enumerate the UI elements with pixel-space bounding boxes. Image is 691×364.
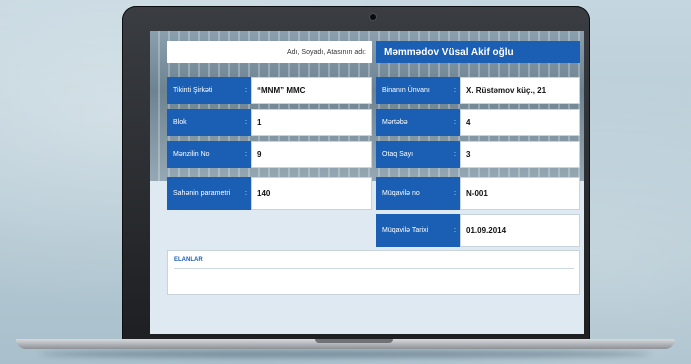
full-name-label: Adı, Soyadı, Atasının adı:: [167, 41, 372, 63]
contract-no-label-text: Müqavilə no: [382, 190, 420, 197]
colon: :: [245, 119, 247, 126]
construction-company-label-text: Tikinti Şirkəti: [173, 87, 213, 94]
colon: :: [245, 151, 247, 158]
announcements-title: ELANLAR: [174, 257, 203, 263]
apartment-no-label: Mənzilin No :: [167, 141, 251, 168]
area-parameter-field[interactable]: 140: [251, 177, 372, 210]
floor-field[interactable]: 4: [460, 109, 580, 136]
building-address-field[interactable]: X. Rüstəmov küç., 21: [460, 77, 580, 104]
apartment-no-field[interactable]: 9: [251, 141, 372, 168]
colon: :: [454, 227, 456, 234]
contract-no-field[interactable]: N-001: [460, 177, 580, 210]
laptop-screen: Adı, Soyadı, Atasının adı: Məmmədov Vüsa…: [150, 31, 584, 334]
contract-date-field[interactable]: 01.09.2014: [460, 214, 580, 247]
construction-company-field[interactable]: “MNM” MMC: [251, 77, 372, 104]
area-parameter-label-text: Sahənin parametri: [173, 190, 231, 197]
area-parameter-label: Sahənin parametri :: [167, 177, 251, 210]
contract-no-label: Müqavilə no :: [376, 177, 460, 210]
colon: :: [454, 151, 456, 158]
block-label: Blok :: [167, 109, 251, 136]
announcements-divider: [174, 268, 574, 269]
laptop-shadow: [40, 350, 651, 358]
construction-company-label: Tikinti Şirkəti :: [167, 77, 251, 104]
building-address-label: Binanın Ünvanı :: [376, 77, 460, 104]
floor-label: Mərtəbə :: [376, 109, 460, 136]
colon: :: [454, 190, 456, 197]
room-count-label: Otaq Sayı :: [376, 141, 460, 168]
floor-label-text: Mərtəbə: [382, 119, 408, 126]
building-address-label-text: Binanın Ünvanı: [382, 87, 430, 94]
colon: :: [454, 119, 456, 126]
block-label-text: Blok: [173, 119, 187, 126]
block-field[interactable]: 1: [251, 109, 372, 136]
contract-date-label-text: Müqavilə Tarixi: [382, 227, 429, 234]
contract-date-label: Müqavilə Tarixi :: [376, 214, 460, 247]
full-name-value: Məmmədov Vüsal Akif oğlu: [376, 41, 580, 63]
colon: :: [245, 190, 247, 197]
apartment-no-label-text: Mənzilin No: [173, 151, 210, 158]
announcements-panel: ELANLAR: [167, 250, 580, 295]
laptop-notch: [315, 339, 393, 343]
camera-icon: [370, 14, 376, 20]
room-count-label-text: Otaq Sayı: [382, 151, 414, 158]
colon: :: [454, 87, 456, 94]
colon: :: [245, 87, 247, 94]
room-count-field[interactable]: 3: [460, 141, 580, 168]
